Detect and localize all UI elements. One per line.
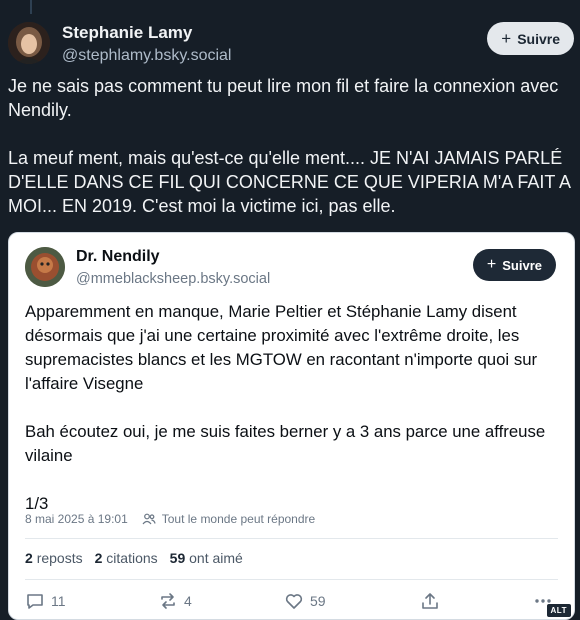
divider (25, 579, 558, 580)
plus-icon: + (501, 29, 512, 48)
reply-count: 11 (51, 593, 66, 609)
author-names: Stephanie Lamy @stephlamy.bsky.social (62, 23, 231, 66)
thread-connector-line (30, 0, 32, 14)
quoted-author-avatar[interactable] (25, 247, 65, 287)
repost-count: 4 (184, 593, 192, 609)
quoted-post-text: Apparemment en manque, Marie Peltier et … (25, 302, 546, 513)
quoted-post-card[interactable]: Dr. Nendily @mmeblacksheep.bsky.social +… (8, 232, 575, 620)
quoted-post-actions: 11 4 59 (25, 591, 565, 613)
share-button[interactable] (420, 591, 440, 611)
reply-icon (27, 594, 43, 609)
quotes-stat[interactable]: 2 citations (95, 550, 158, 566)
follow-button[interactable]: + Suivre (487, 22, 574, 55)
like-count: 59 (310, 593, 326, 609)
author-display-name[interactable]: Stephanie Lamy (62, 23, 231, 43)
quoted-author-handle[interactable]: @mmeblacksheep.bsky.social (76, 270, 270, 288)
people-icon (142, 513, 156, 525)
quoted-follow-button-label: Suivre (502, 257, 542, 273)
alt-text-badge[interactable]: ALT (545, 603, 572, 618)
quoted-author-display-name[interactable]: Dr. Nendily (76, 247, 270, 267)
heart-icon (285, 594, 303, 609)
repost-button[interactable]: 4 (158, 591, 192, 611)
author-handle[interactable]: @stephlamy.bsky.social (62, 46, 231, 66)
reposts-stat[interactable]: 2 reposts (25, 550, 83, 566)
divider (25, 538, 558, 539)
repost-icon (161, 593, 175, 609)
share-icon (422, 593, 438, 609)
quoted-post-timestamp[interactable]: 8 mai 2025 à 19:01 (25, 512, 128, 526)
post-text: Je ne sais pas comment tu peut lire mon … (8, 76, 571, 216)
quoted-author-names: Dr. Nendily @mmeblacksheep.bsky.social (76, 247, 270, 288)
like-button[interactable]: 59 (284, 591, 326, 611)
reply-setting-label: Tout le monde peut répondre (161, 512, 316, 526)
reply-button[interactable]: 11 (25, 591, 66, 611)
quoted-post-meta: 8 mai 2025 à 19:01 Tout le monde peut ré… (25, 512, 315, 526)
plus-icon: + (486, 256, 497, 273)
author-avatar[interactable] (8, 22, 50, 64)
likes-stat[interactable]: 59 ont aimé (170, 550, 243, 566)
follow-button-label: Suivre (517, 30, 560, 47)
quoted-follow-button[interactable]: + Suivre (472, 249, 556, 281)
quoted-post-stats: 2 reposts 2 citations 59 ont aimé (25, 550, 243, 566)
post-header: Stephanie Lamy @stephlamy.bsky.social + … (8, 22, 574, 66)
